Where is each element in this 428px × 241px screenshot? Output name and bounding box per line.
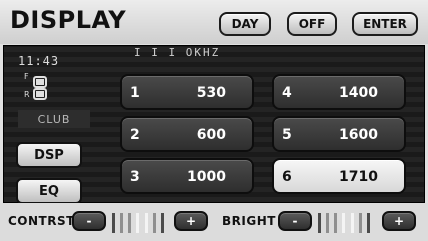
preset-number: 5 [282,127,292,143]
sound-mode-label: CLUB [18,110,90,128]
contrast-label: CONTRST [8,214,75,228]
preset-2[interactable]: 2 600 [120,116,254,152]
preset-number: 6 [282,169,292,185]
meter-bar [136,213,140,233]
clock: 11:43 [18,54,60,68]
bright-increase-button[interactable]: + [382,211,416,231]
frequency-fragment: I I I OKHZ [134,46,221,59]
meter-bar [326,213,330,233]
meter-bar [128,213,132,233]
display-settings-screen: DISPLAY DAY OFF ENTER 11:43 I I I OKHZ F… [0,0,428,241]
preset-frequency: 1710 [339,169,378,185]
preset-number: 4 [282,85,292,101]
bright-decrease-button[interactable]: - [278,211,312,231]
bright-level-meter [314,211,374,235]
seat-position-indicator: F R [24,72,64,104]
meter-bar [160,213,164,233]
meter-bar [120,213,124,233]
bottom-controls: CONTRST - + BRIGHT - + [0,203,428,241]
contrast-level-meter [108,211,168,235]
enter-button[interactable]: ENTER [352,12,418,36]
meter-bar [366,213,370,233]
bright-label: BRIGHT [222,214,276,228]
contrast-decrease-button[interactable]: - [72,211,106,231]
preset-frequency: 1400 [339,85,378,101]
meter-bar [342,213,346,233]
page-title: DISPLAY [10,6,127,34]
radio-panel: 11:43 I I I OKHZ F R CLUB DSP EQ 1 530 2… [3,45,425,204]
meter-bar [350,213,354,233]
preset-3[interactable]: 3 1000 [120,158,254,194]
meter-bar [334,213,338,233]
header: DISPLAY DAY OFF ENTER [0,0,428,44]
preset-frequency: 1600 [339,127,378,143]
preset-frequency: 1000 [187,169,226,185]
eq-button[interactable]: EQ [16,178,82,204]
preset-1[interactable]: 1 530 [120,74,254,110]
meter-bar [112,213,115,233]
front-label: F [24,72,29,81]
preset-5[interactable]: 5 1600 [272,116,406,152]
preset-frequency: 600 [196,127,226,143]
preset-number: 3 [130,169,140,185]
preset-number: 2 [130,127,140,143]
dsp-button[interactable]: DSP [16,142,82,168]
day-button[interactable]: DAY [219,12,271,36]
meter-bar [152,213,156,233]
rear-label: R [24,90,30,99]
preset-6[interactable]: 6 1710 [272,158,406,194]
seat-icon [33,76,47,100]
meter-bar [144,213,148,233]
preset-frequency: 530 [196,85,226,101]
preset-number: 1 [130,85,140,101]
meter-bar [358,213,362,233]
meter-bar [318,213,321,233]
contrast-increase-button[interactable]: + [174,211,208,231]
off-button[interactable]: OFF [287,12,337,36]
preset-4[interactable]: 4 1400 [272,74,406,110]
